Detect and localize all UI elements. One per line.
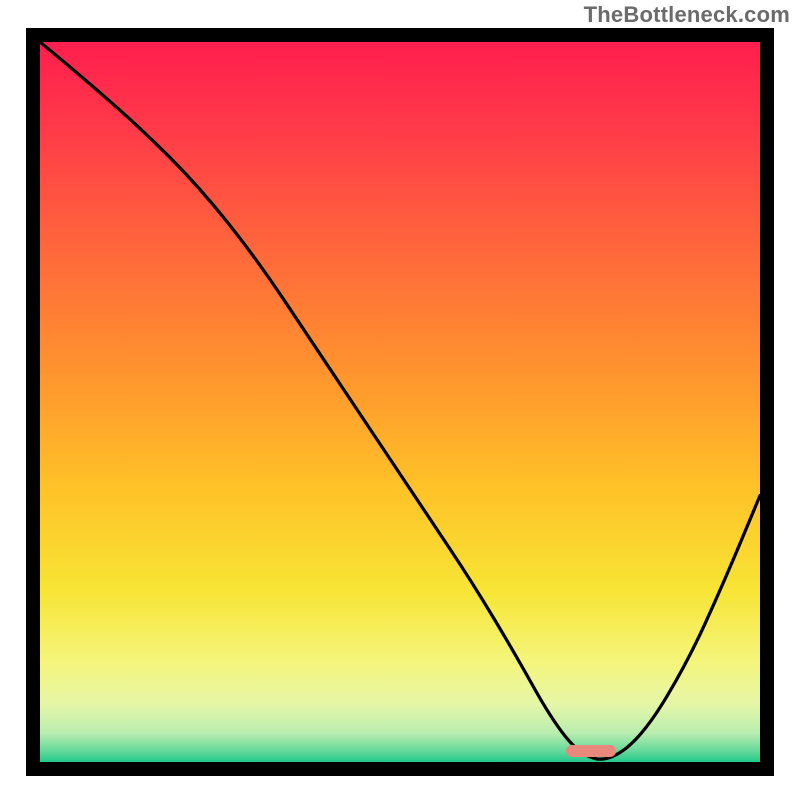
chart-plot-area (40, 42, 760, 762)
curve-path (40, 42, 760, 759)
watermark-text: TheBottleneck.com (584, 2, 790, 28)
chart-frame (26, 28, 774, 776)
chart-curve (40, 42, 760, 762)
optimal-range-marker (566, 745, 616, 757)
